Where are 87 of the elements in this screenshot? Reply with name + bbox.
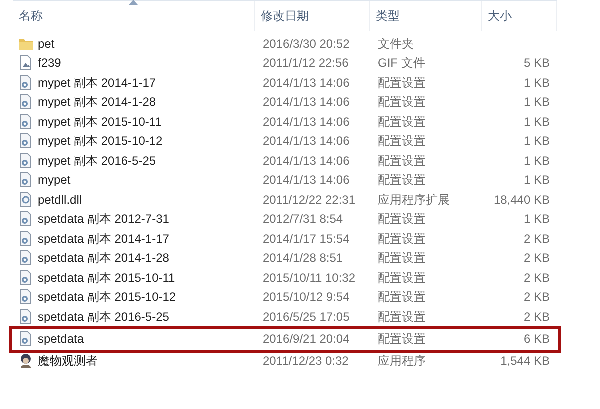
settings-file-icon [18, 152, 34, 169]
modified-date: 2011/12/22 22:31 [263, 192, 356, 207]
modified-date: 2014/1/13 14:06 [263, 76, 350, 90]
file-name[interactable]: mypet [38, 171, 71, 190]
file-type: 配置设置 [378, 212, 426, 226]
file-type: 配置设置 [378, 270, 426, 285]
file-type: 配置设置 [378, 114, 426, 129]
file-size: 2 KB [524, 232, 550, 246]
modified-date: 2015/10/11 10:32 [263, 270, 356, 285]
modified-date: 2014/1/13 14:06 [263, 154, 350, 168]
file-name[interactable]: 魔物观测者 [38, 352, 98, 370]
file-size: 1 KB [524, 134, 550, 148]
file-size: 2 KB [524, 310, 550, 324]
file-size: 1 KB [524, 173, 550, 188]
file-name[interactable]: mypet 副本 2015-10-11 [38, 112, 162, 131]
file-name[interactable]: mypet 副本 2016-5-25 [38, 152, 156, 170]
file-size: 6 KB [524, 332, 550, 346]
file-type: 应用程序 [378, 354, 426, 368]
file-name[interactable]: spetdata [38, 330, 84, 348]
modified-date: 2014/1/13 14:06 [263, 114, 350, 129]
sort-arrow-icon [128, 0, 138, 5]
modified-date: 2016/5/25 17:05 [263, 310, 350, 324]
file-name[interactable]: mypet 副本 2014-1-17 [38, 74, 156, 92]
file-size: 1 KB [524, 212, 550, 226]
file-size: 2 KB [524, 270, 550, 285]
settings-file-icon [18, 133, 34, 150]
file-name[interactable]: spetdata 副本 2015-10-12 [38, 288, 176, 306]
file-size: 2 KB [524, 251, 550, 266]
settings-file-icon [18, 270, 34, 286]
modified-date: 2016/3/30 20:52 [263, 36, 350, 51]
file-name[interactable]: mypet 副本 2015-10-12 [38, 132, 163, 150]
file-name[interactable]: pet [38, 34, 55, 53]
file-size: 1,544 KB [500, 354, 550, 368]
file-name[interactable]: f239 [38, 54, 62, 72]
settings-file-icon [18, 211, 34, 228]
file-name[interactable]: petdll.dll [38, 190, 82, 209]
file-type: 配置设置 [378, 251, 426, 266]
modified-date: 2015/10/12 9:54 [263, 290, 350, 304]
settings-file-icon [18, 289, 34, 306]
settings-file-icon [18, 308, 34, 325]
file-size: 1 KB [524, 95, 550, 110]
file-size: 5 KB [524, 56, 550, 70]
modified-date: 2011/1/12 22:56 [263, 56, 349, 70]
modified-date: 2014/1/28 8:51 [263, 251, 344, 266]
settings-file-icon [18, 172, 34, 188]
file-name[interactable]: spetdata 副本 2015-10-11 [38, 268, 176, 287]
file-type: 配置设置 [378, 232, 426, 246]
file-name[interactable]: spetdata 副本 2012-7-31 [38, 210, 170, 228]
modified-date: 2016/9/21 20:04 [263, 332, 350, 346]
file-size: 1 KB [524, 76, 550, 90]
file-type: 配置设置 [378, 95, 426, 110]
settings-file-icon [18, 94, 34, 110]
modified-date: 2014/1/13 14:06 [263, 134, 350, 148]
file-type: 文件夹 [378, 36, 414, 51]
image-file-icon [18, 55, 34, 72]
modified-date: 2014/1/13 14:06 [263, 95, 350, 110]
file-name[interactable]: spetdata 副本 2016-5-25 [38, 308, 170, 326]
settings-file-icon [18, 250, 34, 266]
file-type: 配置设置 [378, 290, 426, 304]
file-name[interactable]: mypet 副本 2014-1-28 [38, 93, 156, 112]
column-header[interactable]: 修改日期 [261, 7, 309, 25]
settings-file-icon [18, 331, 34, 348]
file-type: 配置设置 [378, 76, 426, 90]
file-name[interactable]: spetdata 副本 2014-1-28 [38, 249, 170, 268]
modified-date: 2012/7/31 8:54 [263, 212, 344, 226]
modified-date: 2014/1/17 15:54 [263, 232, 350, 246]
file-type: GIF 文件 [378, 56, 426, 70]
settings-file-icon [18, 114, 34, 130]
file-size: 1 KB [524, 154, 550, 168]
settings-file-icon [18, 74, 34, 91]
file-size: 18,440 KB [494, 192, 550, 207]
character-icon [18, 352, 34, 369]
modified-date: 2014/1/13 14:06 [263, 173, 350, 188]
settings-file-icon [18, 230, 34, 247]
file-name[interactable]: spetdata 副本 2014-1-17 [38, 230, 170, 248]
column-header[interactable]: 大小 [488, 7, 512, 25]
file-type: 应用程序扩展 [378, 192, 450, 207]
file-size: 2 KB [524, 290, 550, 304]
column-header[interactable]: 名称 [19, 7, 43, 25]
modified-date: 2011/12/23 0:32 [263, 354, 349, 368]
file-size: 1 KB [524, 114, 550, 129]
file-type: 配置设置 [378, 154, 426, 168]
column-header[interactable]: 类型 [376, 7, 400, 25]
file-type: 配置设置 [378, 173, 426, 188]
file-type: 配置设置 [378, 134, 426, 148]
file-type: 配置设置 [378, 332, 426, 346]
file-type: 配置设置 [378, 310, 426, 324]
